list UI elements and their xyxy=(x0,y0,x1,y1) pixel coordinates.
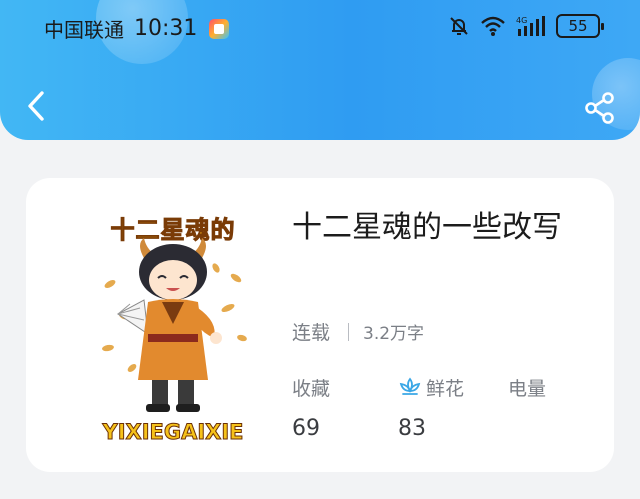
cover-illustration xyxy=(102,238,247,412)
book-stats: 收藏 69 鲜花 83 电量 xyxy=(292,374,592,444)
mute-bell-icon xyxy=(450,17,468,35)
book-title: 十二星魂的一些改写 xyxy=(292,210,562,245)
stat-value: 83 xyxy=(398,416,426,441)
wifi-icon xyxy=(481,16,505,36)
stat-label: 收藏 xyxy=(292,377,331,400)
stat-value: 69 xyxy=(292,416,320,441)
stat-label: 鲜花 xyxy=(426,377,465,400)
svg-text:4G: 4G xyxy=(516,16,527,25)
clock-time: 10:31 xyxy=(134,16,198,41)
carrier-name: 中国联通 xyxy=(44,18,124,42)
stat-flowers[interactable]: 鲜花 83 xyxy=(398,374,465,442)
book-meta: 连载 3.2万字 xyxy=(292,318,424,345)
stat-favorites[interactable]: 收藏 69 xyxy=(292,374,331,442)
stat-energy[interactable]: 电量 xyxy=(508,374,546,416)
meta-divider xyxy=(348,322,350,341)
signal-4g-icon: 4G xyxy=(516,16,545,36)
book-cover[interactable]: 十二星魂的 YIXIEGAIXIE xyxy=(96,202,250,452)
back-arrow-icon[interactable] xyxy=(22,88,50,124)
book-info-card: 十二星魂的 YIXIEGAIXIE 十二星魂的一些改写 连载 3.2万字 收藏 … xyxy=(26,178,614,472)
lotus-icon xyxy=(399,377,421,395)
stat-label: 电量 xyxy=(508,377,547,400)
word-count: 3.2万字 xyxy=(363,324,425,344)
serial-status: 连载 xyxy=(292,322,331,344)
share-icon[interactable] xyxy=(584,92,616,124)
battery-indicator: 55 xyxy=(556,14,604,38)
app-notification-icon xyxy=(209,18,230,39)
cover-subtitle-text: YIXIEGAIXIE xyxy=(102,420,244,445)
status-bar: 中国联通 10:31 4G 55 xyxy=(0,0,640,56)
top-header: 中国联通 10:31 4G 55 xyxy=(0,0,640,140)
